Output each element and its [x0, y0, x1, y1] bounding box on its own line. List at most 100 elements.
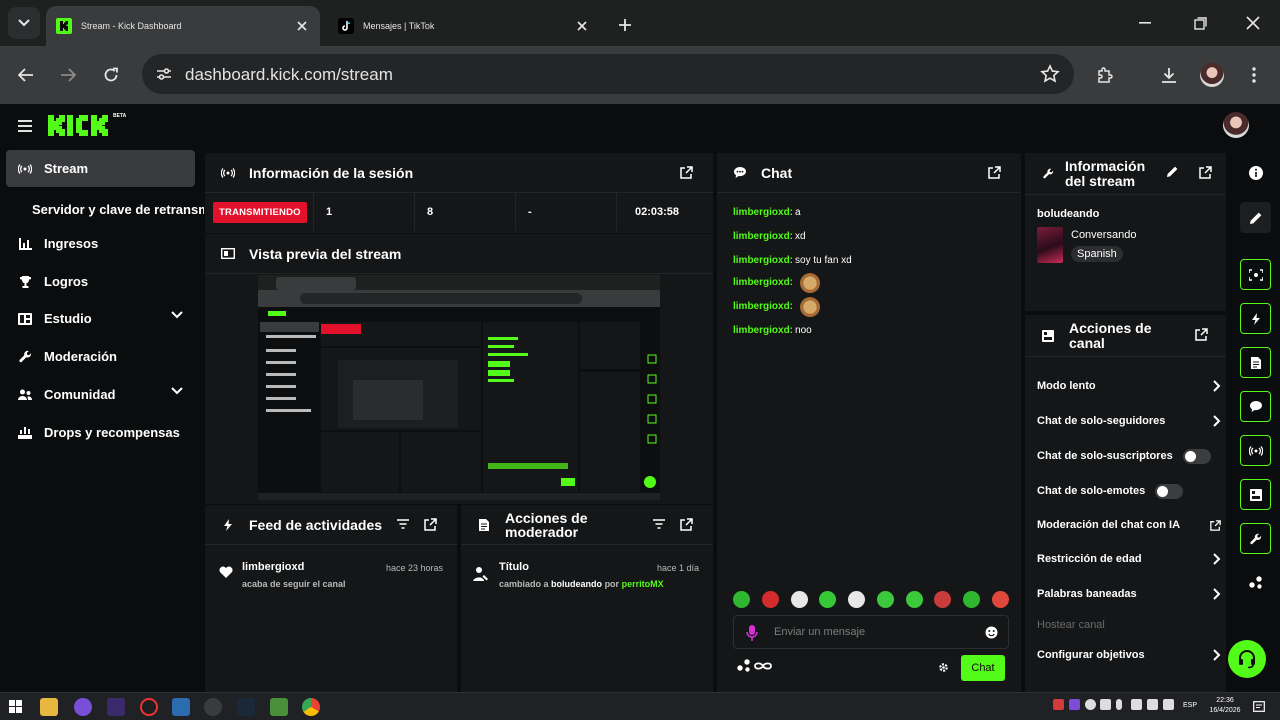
- popout-icon[interactable]: [680, 166, 693, 179]
- sidebar-item-comunidad[interactable]: Comunidad: [6, 376, 195, 413]
- microphone-icon[interactable]: [1116, 699, 1122, 710]
- bookmark-star-icon[interactable]: [1040, 64, 1060, 84]
- keyboard-language[interactable]: ESP: [1183, 702, 1197, 709]
- close-window-button[interactable]: [1238, 10, 1268, 36]
- help-button[interactable]: [1228, 640, 1266, 678]
- emoji-icon[interactable]: [985, 626, 998, 639]
- feed-username[interactable]: limbergioxd: [242, 561, 304, 573]
- browser-menu-button[interactable]: [1239, 60, 1269, 90]
- sidebar-item-ingresos[interactable]: Ingresos: [6, 225, 195, 262]
- sidebar-item-logros[interactable]: Logros: [6, 263, 195, 300]
- new-tab-button[interactable]: [612, 12, 638, 38]
- app-icon[interactable]: [172, 698, 190, 716]
- emote-icon[interactable]: [905, 591, 923, 608]
- emote-icon[interactable]: [733, 591, 750, 608]
- address-bar[interactable]: dashboard.kick.com/stream: [142, 54, 1074, 94]
- clock[interactable]: 22:36 16/4/2026: [1208, 696, 1242, 716]
- emote-icon[interactable]: [761, 591, 779, 608]
- banned-words-item[interactable]: Palabras baneadas: [1037, 584, 1221, 604]
- reload-button[interactable]: [96, 60, 126, 90]
- sidebar-item-server-key[interactable]: Servidor y clave de retransmisión: [32, 202, 204, 224]
- popout-icon[interactable]: [424, 518, 437, 531]
- close-icon[interactable]: [574, 18, 590, 34]
- kick-logo[interactable]: [48, 115, 111, 136]
- chat-username[interactable]: limbergioxd:: [733, 231, 793, 242]
- subscribers-only-item[interactable]: Chat de solo-suscriptores: [1037, 446, 1215, 466]
- gear-icon[interactable]: [938, 662, 949, 673]
- emote-icon[interactable]: [963, 591, 981, 608]
- emote-icon[interactable]: [991, 591, 1009, 608]
- sidebar-item-stream[interactable]: Stream: [6, 150, 195, 187]
- rail-moderation-button[interactable]: [1240, 523, 1271, 554]
- emote-icon[interactable]: [790, 591, 808, 608]
- followers-only-item[interactable]: Chat de solo-seguidores: [1037, 411, 1221, 431]
- hamburger-menu-icon[interactable]: [16, 118, 34, 134]
- downloads-button[interactable]: [1154, 60, 1184, 90]
- filter-icon[interactable]: [397, 519, 409, 529]
- microphone-icon[interactable]: [746, 625, 758, 641]
- rail-more-button[interactable]: [1240, 567, 1271, 598]
- chat-input[interactable]: Enviar un mensaje: [733, 615, 1009, 649]
- file-explorer-icon[interactable]: [40, 698, 58, 716]
- tray-icon[interactable]: [1069, 699, 1080, 710]
- pencil-icon[interactable]: [1167, 166, 1178, 177]
- minimize-button[interactable]: [1130, 10, 1160, 36]
- age-restriction-item[interactable]: Restricción de edad: [1037, 549, 1221, 569]
- emote-icon[interactable]: [819, 591, 837, 608]
- forward-button[interactable]: [53, 60, 83, 90]
- network-icon[interactable]: [1147, 699, 1158, 710]
- tab-kick-dashboard[interactable]: Stream - Kick Dashboard: [46, 6, 320, 46]
- subscribers-only-toggle[interactable]: [1182, 448, 1211, 464]
- tab-search-button[interactable]: [8, 7, 40, 39]
- chat-username[interactable]: limbergioxd:: [733, 207, 793, 218]
- send-chat-button[interactable]: Chat: [961, 655, 1005, 681]
- chat-username[interactable]: limbergioxd:: [733, 277, 793, 288]
- emote-icon[interactable]: [934, 591, 952, 608]
- emote-icon[interactable]: [876, 591, 894, 608]
- app-icon[interactable]: [204, 698, 222, 716]
- user-avatar[interactable]: [1223, 112, 1249, 138]
- tray-icon[interactable]: [1100, 699, 1111, 710]
- back-button[interactable]: [11, 60, 41, 90]
- restore-button[interactable]: [1185, 10, 1215, 36]
- ai-moderation-item[interactable]: Moderación del chat con IA: [1037, 515, 1221, 535]
- steam-icon[interactable]: [237, 698, 255, 716]
- popout-icon[interactable]: [680, 518, 693, 531]
- emotes-only-item[interactable]: Chat de solo-emotes: [1037, 481, 1215, 501]
- info-rail-button[interactable]: [1240, 157, 1271, 188]
- popout-icon[interactable]: [1195, 328, 1208, 341]
- notifications-icon[interactable]: [1253, 701, 1265, 712]
- chat-username[interactable]: limbergioxd:: [733, 325, 793, 336]
- close-icon[interactable]: [294, 18, 310, 34]
- rail-broadcast-button[interactable]: [1240, 435, 1271, 466]
- rail-modlog-button[interactable]: [1240, 347, 1271, 378]
- profile-button[interactable]: [1197, 60, 1227, 90]
- tab-tiktok[interactable]: Mensajes | TikTok: [328, 6, 600, 46]
- edit-rail-button[interactable]: [1240, 202, 1271, 233]
- tray-icon[interactable]: [1085, 699, 1096, 710]
- extensions-button[interactable]: [1090, 60, 1120, 90]
- sidebar-item-drops[interactable]: Drops y recompensas: [6, 414, 195, 451]
- configure-goals-item[interactable]: Configurar objetivos: [1037, 645, 1221, 665]
- emote-icon[interactable]: [848, 591, 866, 608]
- stream-preview-video[interactable]: [258, 275, 660, 500]
- sidebar-item-estudio[interactable]: Estudio: [6, 300, 195, 337]
- filter-icon[interactable]: [653, 519, 665, 529]
- tray-icon[interactable]: [1053, 699, 1064, 710]
- app-icon[interactable]: [140, 698, 158, 716]
- windows-start-icon[interactable]: [9, 700, 22, 713]
- chat-username[interactable]: limbergioxd:: [733, 301, 793, 312]
- rail-activity-button[interactable]: [1240, 303, 1271, 334]
- app-icon[interactable]: [74, 698, 92, 716]
- volume-icon[interactable]: [1163, 699, 1174, 710]
- sidebar-item-moderacion[interactable]: Moderación: [6, 338, 195, 375]
- rail-session-button[interactable]: [1240, 259, 1271, 290]
- rail-chat-button[interactable]: [1240, 391, 1271, 422]
- tray-icon[interactable]: [1131, 699, 1142, 710]
- site-info-icon[interactable]: [150, 60, 178, 88]
- popout-icon[interactable]: [1199, 166, 1212, 179]
- rail-channel-actions-button[interactable]: [1240, 479, 1271, 510]
- slow-mode-item[interactable]: Modo lento: [1037, 376, 1221, 396]
- chat-badges[interactable]: [737, 659, 772, 672]
- app-icon[interactable]: [270, 698, 288, 716]
